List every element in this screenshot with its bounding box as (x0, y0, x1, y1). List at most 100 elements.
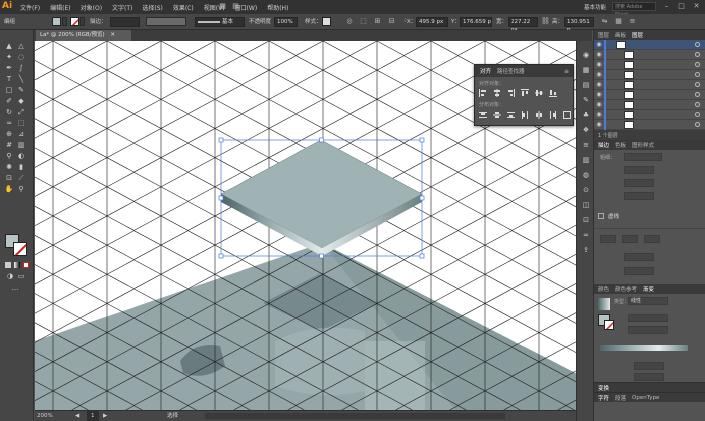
visibility-eye-icon[interactable]: ◉ (594, 91, 604, 98)
isolate-icon[interactable]: ⬚ (359, 17, 368, 26)
target-icon[interactable] (695, 72, 700, 77)
tab-graphic-styles[interactable]: 图形样式 (632, 141, 654, 149)
gradient-stroke-box[interactable] (604, 320, 614, 330)
align-hcenter-icon[interactable] (493, 89, 501, 97)
visibility-eye-icon[interactable]: ◉ (594, 111, 604, 118)
draw-mode-icon[interactable]: ◑ (5, 272, 15, 281)
gradient-angle-field[interactable] (628, 314, 668, 322)
scale-tool-icon[interactable]: ⤢ (16, 108, 26, 117)
arrowhead-end[interactable] (624, 267, 654, 275)
shaper-tool-icon[interactable]: ✐ (4, 97, 14, 106)
align-left-icon[interactable] (479, 89, 487, 97)
distribute-vcenter-icon[interactable] (493, 111, 501, 119)
target-icon[interactable] (695, 42, 700, 47)
menu-object[interactable]: 对象(O) (81, 3, 102, 12)
align-vcenter-icon[interactable] (535, 89, 543, 97)
visibility-eye-icon[interactable]: ◉ (594, 101, 604, 108)
menu-file[interactable]: 文件(F) (20, 3, 40, 12)
symbols-panel-icon[interactable]: ♣ (581, 111, 591, 120)
opacity-field[interactable]: 100% (274, 17, 298, 27)
stroke-dropdown[interactable] (80, 17, 85, 26)
mesh-tool-icon[interactable]: # (4, 141, 14, 150)
layer-row[interactable]: ◉ (594, 49, 705, 60)
corner-buttons[interactable] (624, 179, 654, 187)
pen-tool-icon[interactable]: ✒ (4, 64, 14, 73)
menu-help[interactable]: 帮助(H) (267, 3, 288, 12)
symbol-sprayer-tool-icon[interactable]: ✺ (4, 163, 14, 172)
tab-color-guide[interactable]: 颜色参考 (615, 285, 637, 293)
zoom-tool-icon[interactable]: ⚲ (16, 185, 26, 194)
arrowhead-start[interactable] (624, 253, 654, 261)
grid-icon[interactable]: ▦ (614, 17, 623, 26)
swatches-panel-icon[interactable]: ▤ (581, 81, 591, 90)
cap-buttons[interactable] (624, 166, 654, 174)
menu-select[interactable]: 选择(S) (142, 3, 163, 12)
color-mode-icon[interactable] (5, 262, 11, 268)
tab-layers[interactable]: 图层 (632, 31, 643, 39)
appearance-panel-icon[interactable]: ⊙ (581, 186, 591, 195)
transform-icon[interactable]: ⊟ (387, 17, 396, 26)
magic-wand-tool-icon[interactable]: ✦ (4, 53, 14, 62)
recolor-icon[interactable]: ◎ (345, 17, 354, 26)
layer-row[interactable]: ◉ (594, 99, 705, 110)
prev-artboard-icon[interactable]: ◀ (75, 411, 79, 421)
gap-field-1[interactable] (622, 235, 638, 243)
distribute-right-icon[interactable] (549, 111, 557, 119)
tab-swatches[interactable]: 色板 (615, 141, 626, 149)
align-icon[interactable]: ⊞ (373, 17, 382, 26)
visibility-eye-icon[interactable]: ◉ (594, 81, 604, 88)
zoom-level[interactable]: 200% (37, 411, 53, 421)
gradient-opacity-field[interactable] (634, 362, 664, 370)
tab-character[interactable]: 字符 (598, 394, 609, 402)
tab-pathfinder[interactable]: 路径查找器 (497, 67, 525, 75)
workspace-switcher[interactable]: 基本功能 (584, 3, 606, 11)
close-icon[interactable]: ✕ (692, 2, 701, 11)
slice-tool-icon[interactable]: ⟋ (16, 174, 26, 183)
maximize-icon[interactable]: □ (677, 2, 686, 11)
column-graph-tool-icon[interactable]: ▮ (16, 163, 26, 172)
gradient-swatch[interactable] (598, 298, 610, 310)
tab-paragraph[interactable]: 段落 (615, 394, 626, 402)
graphic-style-swatch[interactable] (322, 17, 331, 26)
artboards-panel-icon[interactable]: ⊡ (581, 216, 591, 225)
target-icon[interactable] (695, 82, 700, 87)
dash-field-2[interactable] (644, 235, 660, 243)
artboard-tool-icon[interactable]: ⊡ (4, 174, 14, 183)
target-icon[interactable] (695, 92, 700, 97)
width-field[interactable]: 227.22 px (508, 17, 538, 33)
distribute-bottom-icon[interactable] (507, 111, 515, 119)
dash-field-1[interactable] (600, 235, 616, 243)
gradient-mode-icon[interactable] (14, 262, 20, 268)
document-tab[interactable]: La* @ 200% (RGB/预览) ✕ (36, 30, 132, 41)
close-tab-icon[interactable]: ✕ (110, 32, 115, 38)
curvature-tool-icon[interactable]: ∫ (16, 64, 26, 73)
dashed-line-checkbox[interactable] (598, 213, 604, 219)
stock-search-input[interactable]: 搜索 Adobe Stock (612, 2, 656, 18)
selection-tool-icon[interactable]: ▲ (4, 42, 14, 51)
asset-export-icon[interactable]: ⇪ (581, 246, 591, 255)
gradient-aspect-field[interactable] (628, 326, 668, 334)
hand-tool-icon[interactable]: ✋ (4, 185, 14, 194)
gradient-location-field[interactable] (634, 373, 664, 381)
panel-menu-icon[interactable]: ≡ (564, 68, 569, 75)
tab-gradient[interactable]: 渐变 (643, 285, 654, 293)
eraser-tool-icon[interactable]: ◆ (16, 97, 26, 106)
stroke-panel-icon[interactable]: ≡ (581, 141, 591, 150)
fill-dropdown[interactable] (62, 17, 67, 26)
tab-color[interactable]: 颜色 (598, 285, 609, 293)
distribute-hcenter-icon[interactable] (535, 111, 543, 119)
layer-row[interactable]: ◉ (594, 59, 705, 70)
type-tool-icon[interactable]: T (4, 75, 14, 84)
horizontal-scrollbar[interactable] (205, 413, 505, 419)
distribute-left-icon[interactable] (521, 111, 529, 119)
bridge-icon[interactable]: ▦ (218, 2, 227, 11)
brushes-panel-icon[interactable]: ✎ (581, 96, 591, 105)
graphic-styles-icon[interactable]: ❖ (581, 126, 591, 135)
align-stroke-buttons[interactable] (624, 192, 654, 200)
blend-tool-icon[interactable]: ◐ (16, 152, 26, 161)
distribute-top-icon[interactable] (479, 111, 487, 119)
menu-type[interactable]: 文字(T) (112, 3, 132, 12)
rectangle-tool-icon[interactable]: □ (4, 86, 14, 95)
transparency-panel-icon[interactable]: ◍ (581, 171, 591, 180)
gradient-type-select[interactable]: 线性 (628, 297, 668, 305)
